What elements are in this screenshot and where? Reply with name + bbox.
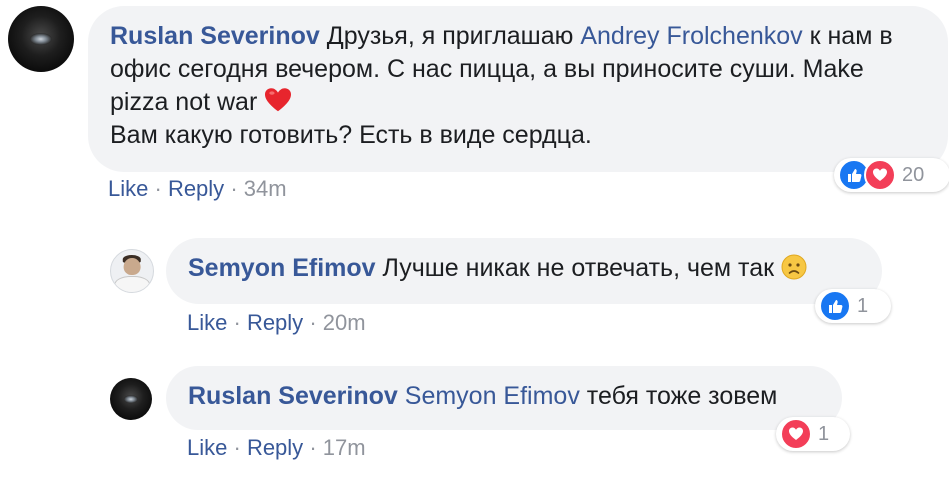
love-icon bbox=[780, 418, 812, 450]
reply-bubble: Semyon Efimov Лучше никак не отвечать, ч… bbox=[166, 238, 882, 304]
reply-actions: Like · Reply · 20m bbox=[187, 310, 366, 336]
reaction-summary[interactable]: 1 bbox=[815, 289, 891, 323]
like-link[interactable]: Like bbox=[187, 310, 227, 335]
avatar-head bbox=[123, 257, 141, 276]
reply-bubble: Ruslan Severinov Semyon Efimov тебя тоже… bbox=[166, 366, 842, 430]
reply-author[interactable]: Semyon Efimov bbox=[188, 254, 376, 282]
comment-author[interactable]: Ruslan Severinov bbox=[110, 22, 320, 50]
separator: · bbox=[309, 310, 317, 335]
avatar-eye bbox=[29, 33, 53, 45]
avatar[interactable] bbox=[110, 249, 154, 293]
reply-actions: Like · Reply · 17m bbox=[187, 435, 366, 461]
avatar-shirt bbox=[114, 275, 150, 292]
reply-text: тебя тоже зовем bbox=[579, 382, 778, 410]
separator: · bbox=[230, 176, 238, 201]
like-icon bbox=[819, 290, 851, 322]
reply-text: Лучше никак не отвечать, чем так bbox=[382, 254, 781, 282]
timestamp[interactable]: 17m bbox=[323, 435, 366, 460]
reply-author[interactable]: Ruslan Severinov bbox=[188, 382, 398, 410]
separator: · bbox=[309, 435, 317, 460]
timestamp[interactable]: 34m bbox=[244, 176, 287, 201]
reply-link[interactable]: Reply bbox=[247, 310, 303, 335]
reply-link[interactable]: Reply bbox=[168, 176, 224, 201]
reply-mention[interactable]: Semyon Efimov bbox=[405, 382, 580, 410]
reaction-count: 1 bbox=[857, 294, 869, 317]
comment-text-line2: Вам какую готовить? Есть в виде сердца. bbox=[110, 121, 592, 149]
comment-text: Друзья, я приглашаю bbox=[326, 22, 581, 50]
reaction-count: 1 bbox=[818, 422, 830, 445]
comment-mention[interactable]: Andrey Frolchenkov bbox=[580, 22, 802, 50]
separator: · bbox=[233, 310, 241, 335]
reaction-summary[interactable]: 20 bbox=[834, 158, 949, 192]
sad-face-icon bbox=[781, 254, 807, 280]
like-link[interactable]: Like bbox=[108, 176, 148, 201]
heart-emoji-icon bbox=[265, 88, 292, 112]
reaction-count: 20 bbox=[902, 163, 925, 186]
like-link[interactable]: Like bbox=[187, 435, 227, 460]
comment-bubble: Ruslan Severinov Друзья, я приглашаю And… bbox=[88, 6, 948, 172]
avatar[interactable] bbox=[8, 6, 74, 72]
avatar[interactable] bbox=[110, 378, 152, 420]
comment-actions: Like · Reply · 34m bbox=[108, 176, 287, 202]
avatar-eye bbox=[123, 395, 139, 403]
separator: · bbox=[154, 176, 162, 201]
reaction-summary[interactable]: 1 bbox=[776, 417, 850, 451]
reply-link[interactable]: Reply bbox=[247, 435, 303, 460]
timestamp[interactable]: 20m bbox=[323, 310, 366, 335]
love-icon bbox=[864, 159, 896, 191]
separator: · bbox=[233, 435, 241, 460]
